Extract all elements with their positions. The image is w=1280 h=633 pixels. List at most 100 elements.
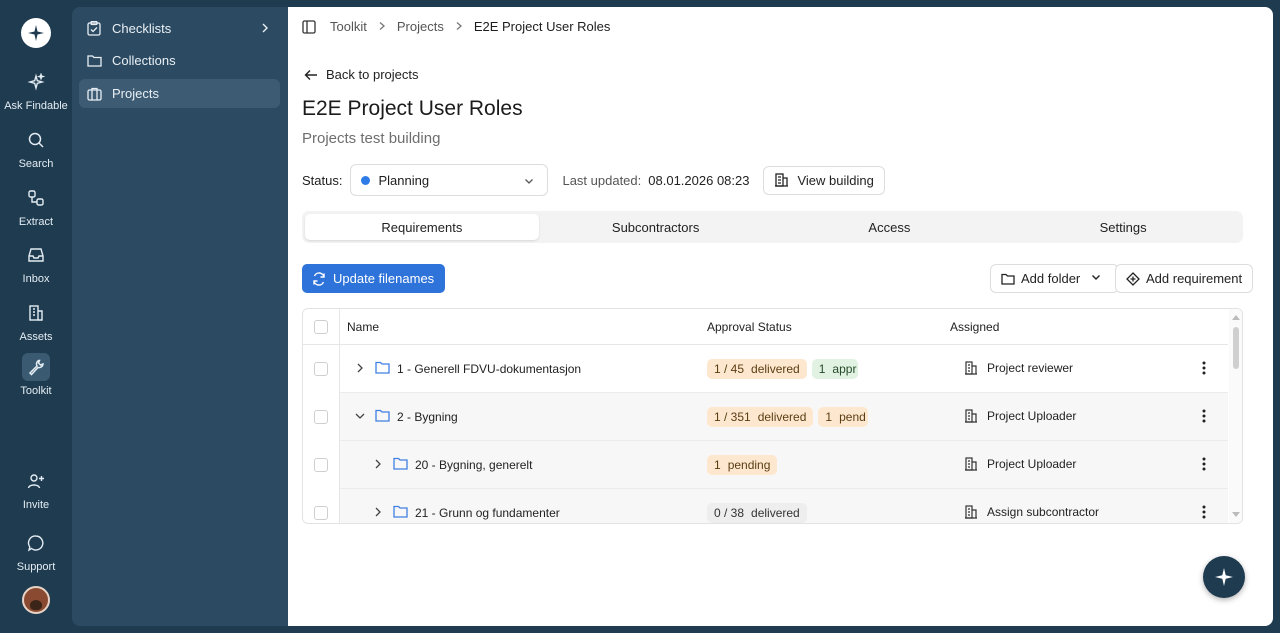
update-filenames-label: Update filenames xyxy=(333,271,435,286)
toolkit-sidebar: Checklists Collections Projects xyxy=(72,7,288,626)
table-header: Name Approval Status Assigned xyxy=(303,309,1228,345)
table-row[interactable]: 1 - Generell FDVU-dokumentasjon 1 / 45 de… xyxy=(340,345,1228,393)
back-to-projects-link[interactable]: Back to projects xyxy=(304,67,419,82)
more-options-icon[interactable] xyxy=(1201,360,1207,379)
column-header-name[interactable]: Name xyxy=(347,320,379,334)
table-scrollbar[interactable] xyxy=(1229,309,1242,523)
status-badge: 0 / 38 delivered xyxy=(707,503,807,523)
main-content: Toolkit Projects E2E Project User Roles … xyxy=(288,7,1273,626)
row-name: 2 - Bygning xyxy=(397,410,458,424)
chat-bubble-icon xyxy=(22,529,50,557)
folder-icon xyxy=(87,53,103,69)
table-row[interactable]: 2 - Bygning 1 / 351 delivered 1 pend Proje… xyxy=(340,393,1228,441)
row-name: 21 - Grunn og fundamenter xyxy=(415,506,560,520)
add-requirement-button[interactable]: Add requirement xyxy=(1115,264,1254,293)
assignee[interactable]: Project Uploader xyxy=(964,409,1076,423)
building-icon xyxy=(965,457,977,471)
sidebar-item-checklists[interactable]: Checklists xyxy=(79,14,280,43)
assignee[interactable]: Project reviewer xyxy=(964,361,1073,375)
rail-item-extract[interactable]: Extract xyxy=(0,184,72,228)
table-row[interactable]: 21 - Grunn og fundamenter 0 / 38 delivere… xyxy=(340,489,1228,523)
status-value: Planning xyxy=(378,172,430,188)
rail-item-ask-findable[interactable]: Ask Findable xyxy=(0,68,72,112)
row-checkbox[interactable] xyxy=(314,458,328,472)
rail-item-invite[interactable]: Invite xyxy=(0,467,72,511)
avatar[interactable] xyxy=(22,586,50,614)
row-checkbox[interactable] xyxy=(314,506,328,520)
tab-settings[interactable]: Settings xyxy=(1006,214,1240,240)
more-options-icon[interactable] xyxy=(1201,456,1207,475)
breadcrumb-toolkit[interactable]: Toolkit xyxy=(330,19,367,34)
row-checkbox[interactable] xyxy=(314,362,328,376)
rail-item-toolkit[interactable]: Toolkit xyxy=(0,353,72,397)
rail-item-assets[interactable]: Assets xyxy=(0,299,72,343)
inbox-icon xyxy=(22,241,50,269)
add-folder-button[interactable]: Add folder xyxy=(990,264,1120,293)
status-row: Status: Planning Last updated: 08.01.202… xyxy=(302,164,885,196)
folder-icon xyxy=(375,361,390,377)
update-filenames-button[interactable]: Update filenames xyxy=(302,264,446,293)
rail-item-inbox[interactable]: Inbox xyxy=(0,241,72,285)
building-icon xyxy=(775,173,789,187)
building-icon xyxy=(965,505,977,519)
app-rail: Ask Findable Search Extract Inbox Assets… xyxy=(0,0,72,633)
rail-item-search[interactable]: Search xyxy=(0,126,72,170)
assignee[interactable]: Assign subcontractor xyxy=(964,505,1099,519)
rail-label: Ask Findable xyxy=(4,100,68,112)
wrench-icon xyxy=(22,353,50,381)
requirement-icon xyxy=(1126,271,1140,286)
chevron-right-icon[interactable] xyxy=(372,506,384,521)
page-subtitle: Projects test building xyxy=(302,130,441,147)
view-building-label: View building xyxy=(797,172,874,188)
more-options-icon[interactable] xyxy=(1201,408,1207,427)
rail-label: Toolkit xyxy=(20,385,52,397)
search-icon xyxy=(22,126,50,154)
sidebar-item-projects[interactable]: Projects xyxy=(79,79,280,108)
approval-badges: 1 pending xyxy=(707,455,782,475)
last-updated-value: 08.01.2026 08:23 xyxy=(648,172,750,188)
folder-icon xyxy=(393,457,408,473)
folder-icon xyxy=(375,409,390,425)
breadcrumb-projects[interactable]: Projects xyxy=(397,19,444,34)
scrollbar-thumb[interactable] xyxy=(1233,327,1239,369)
more-options-icon[interactable] xyxy=(1201,504,1207,523)
rail-label: Assets xyxy=(19,331,53,343)
sidebar-item-label: Projects xyxy=(112,86,159,101)
chevron-right-icon[interactable] xyxy=(258,21,272,38)
sidebar-toggle-icon[interactable] xyxy=(302,19,316,34)
table-row[interactable]: 20 - Bygning, generelt 1 pending Project … xyxy=(340,441,1228,489)
app-logo[interactable] xyxy=(21,18,51,48)
back-label: Back to projects xyxy=(326,67,419,82)
sparkle-icon xyxy=(22,68,50,96)
scroll-down-icon[interactable] xyxy=(1232,512,1240,518)
row-name: 1 - Generell FDVU-dokumentasjon xyxy=(397,362,582,376)
sidebar-item-collections[interactable]: Collections xyxy=(79,46,280,75)
tab-requirements[interactable]: Requirements xyxy=(305,214,539,240)
assignee[interactable]: Project Uploader xyxy=(964,457,1076,471)
chevron-right-icon[interactable] xyxy=(372,458,384,473)
building-icon xyxy=(965,361,977,375)
chevron-down-icon xyxy=(523,175,535,190)
chevron-right-icon xyxy=(377,19,387,34)
building-icon xyxy=(22,299,50,327)
chevron-down-icon[interactable] xyxy=(354,410,366,425)
view-building-button[interactable]: View building xyxy=(763,165,885,195)
sidebar-item-label: Collections xyxy=(112,53,176,68)
extract-icon xyxy=(22,184,50,212)
tab-subcontractors[interactable]: Subcontractors xyxy=(539,214,773,240)
scroll-up-icon[interactable] xyxy=(1232,314,1240,320)
status-label: Status: xyxy=(302,172,343,188)
star-logo-icon xyxy=(28,25,44,41)
status-select[interactable]: Planning xyxy=(350,164,549,196)
tab-access[interactable]: Access xyxy=(773,214,1007,240)
approval-badges: 0 / 38 delivered xyxy=(707,503,812,523)
row-checkbox[interactable] xyxy=(314,410,328,424)
approval-badges: 1 / 45 delivered 1 appr xyxy=(707,359,863,379)
assistant-fab-button[interactable] xyxy=(1203,556,1245,598)
chevron-down-icon[interactable] xyxy=(1090,271,1108,286)
status-badge: 1 pending xyxy=(707,455,778,475)
column-header-assigned[interactable]: Assigned xyxy=(950,320,999,334)
rail-item-support[interactable]: Support xyxy=(0,529,72,573)
chevron-right-icon[interactable] xyxy=(354,362,366,377)
column-header-approval[interactable]: Approval Status xyxy=(707,320,792,334)
